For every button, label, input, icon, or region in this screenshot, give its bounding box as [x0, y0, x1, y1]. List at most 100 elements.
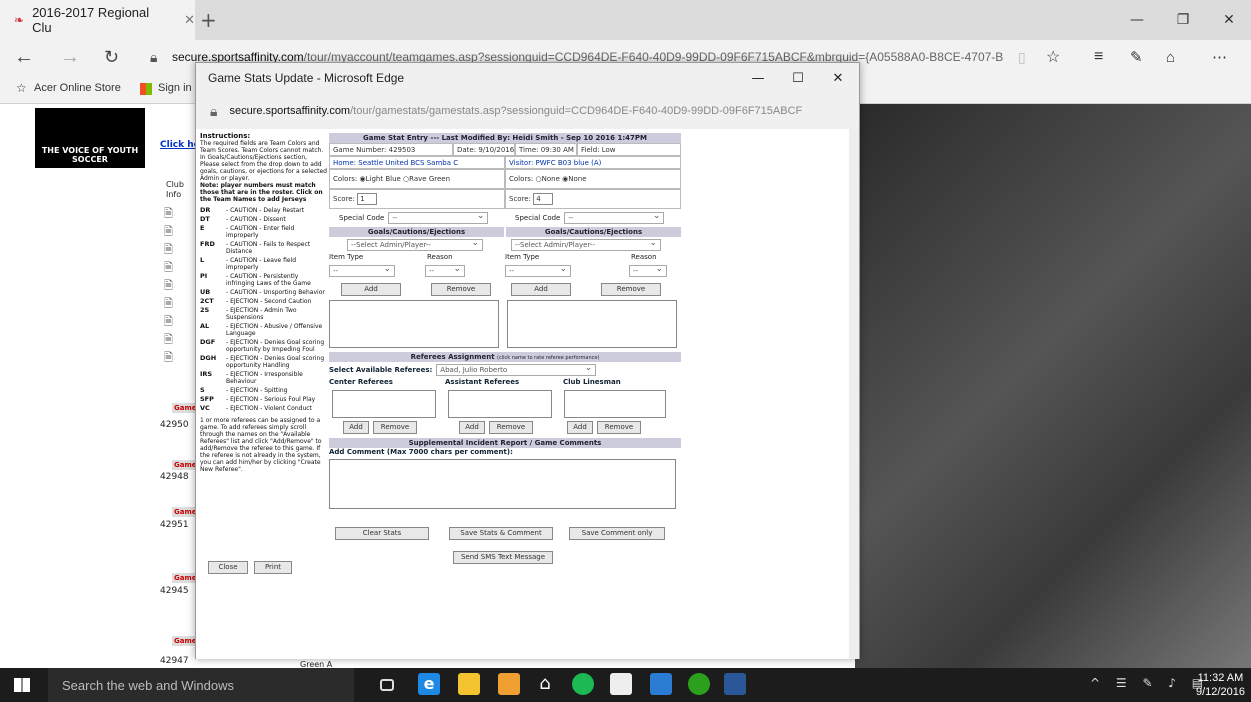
popup-minimize-button[interactable]: — — [738, 63, 778, 93]
doc-icon[interactable]: 🗎︎ — [164, 331, 194, 349]
edge-icon[interactable]: e — [418, 673, 440, 695]
web-note-icon[interactable]: ✎ — [1130, 48, 1143, 66]
close-button[interactable]: ✕ — [1206, 0, 1251, 40]
visitor-special-code: Special Code -- — [505, 211, 681, 224]
visitor-special-code-select[interactable]: -- — [564, 211, 665, 224]
home-item-type-select[interactable]: -- — [329, 264, 395, 277]
send-sms-button[interactable]: Send SMS Text Message — [453, 551, 553, 564]
home-score-label: Score: — [333, 195, 355, 203]
visitor-score-input[interactable]: 4 — [533, 193, 554, 205]
code-desc: - EJECTION - Second Caution — [226, 298, 312, 305]
code-row: UB - CAUTION - Unsporting Behavior — [200, 289, 328, 297]
col-club: Club — [166, 180, 184, 189]
visitor-admin-player-select[interactable]: --Select Admin/Player-- — [511, 238, 661, 251]
code-desc: - CAUTION - Delay Restart — [226, 207, 305, 214]
close-window-button[interactable]: Close — [208, 561, 248, 574]
referees-header: Referees Assignment (click name to rate … — [329, 352, 681, 362]
assistant-referees-list[interactable] — [448, 390, 552, 418]
comment-label: Add Comment (Max 7000 chars per comment)… — [329, 448, 513, 456]
visitor-reason-select[interactable]: -- — [629, 264, 667, 277]
reading-view-icon[interactable]: ▯ — [1018, 49, 1026, 66]
lock-icon: 🔒︎ — [150, 48, 158, 65]
doc-icon[interactable]: 🗎︎ — [164, 223, 194, 241]
home-app-icon[interactable]: ⌂ — [534, 673, 556, 695]
popup-close-button[interactable]: ✕ — [818, 63, 858, 93]
click-here-link[interactable]: Click he — [160, 140, 200, 150]
restore-button[interactable]: ❐ — [1160, 0, 1206, 40]
spotify-icon[interactable] — [572, 673, 594, 695]
system-tray-icons[interactable]: ^ ☰ ✎ ♪ ▤ — [1090, 676, 1209, 690]
visitor-add-goal-button[interactable]: Add — [511, 283, 571, 296]
browser-tab[interactable]: ❧ 2016-2017 Regional Clu ✕ — [0, 0, 195, 40]
score-row: Score: 1 Score: 4 — [329, 189, 681, 209]
home-add-goal-button[interactable]: Add — [341, 283, 401, 296]
save-stats-button[interactable]: Save Stats & Comment — [449, 527, 553, 540]
popup-maximize-button[interactable]: ☐ — [778, 63, 818, 93]
home-team-link[interactable]: Home: Seattle United BCS Samba C — [329, 156, 505, 169]
doc-icon[interactable]: 🗎︎ — [164, 259, 194, 277]
visitor-team-link[interactable]: Visitor: PWFC B03 blue (A) — [505, 156, 681, 169]
doc-icon[interactable]: 🗎︎ — [164, 313, 194, 331]
code-row: DR - CAUTION - Delay Restart — [200, 207, 328, 215]
home-remove-goal-button[interactable]: Remove — [431, 283, 491, 296]
home-score-input[interactable]: 1 — [357, 193, 378, 205]
doc-icon[interactable]: 🗎︎ — [164, 295, 194, 313]
doc-icon[interactable]: 🗎︎ — [164, 205, 194, 223]
popup-scrollbar[interactable] — [849, 129, 859, 659]
visitor-goals-list[interactable] — [507, 300, 677, 348]
clear-stats-button[interactable]: Clear Stats — [335, 527, 429, 540]
linesman-remove-button[interactable]: Remove — [597, 421, 641, 434]
hub-icon[interactable]: ≡ — [1094, 48, 1103, 66]
windows-start-icon[interactable] — [14, 678, 30, 692]
site-favicon-icon: ❧ — [14, 13, 25, 27]
task-view-icon[interactable] — [380, 679, 394, 691]
refresh-icon[interactable]: ↻ — [104, 47, 119, 68]
new-tab-button[interactable]: + — [200, 8, 217, 32]
popup-address-bar: 🔒︎ secure.sportsaffinity.com/tour/gamest… — [196, 93, 859, 129]
tab-close-icon[interactable]: ✕ — [184, 12, 195, 28]
referees-select[interactable]: Abad, Julio Roberto — [436, 363, 597, 376]
home-reason-select[interactable]: -- — [425, 264, 465, 277]
center-ref-remove-button[interactable]: Remove — [373, 421, 417, 434]
favorite-acer[interactable]: Acer Online Store — [34, 82, 121, 94]
store-icon[interactable] — [498, 673, 520, 695]
assistant-ref-add-button[interactable]: Add — [459, 421, 485, 434]
word-icon[interactable] — [724, 673, 746, 695]
center-referees-list[interactable] — [332, 390, 436, 418]
minimize-button[interactable]: — — [1114, 0, 1160, 40]
visitor-item-type-select[interactable]: -- — [505, 264, 571, 277]
doc-icon[interactable]: 🗎︎ — [164, 349, 194, 367]
doc-icon[interactable]: 🗎︎ — [164, 241, 194, 259]
taskbar-search-box[interactable]: Search the web and Windows — [48, 668, 354, 702]
assistant-ref-remove-button[interactable]: Remove — [489, 421, 533, 434]
back-icon[interactable]: ← — [14, 46, 34, 69]
store-bag-icon[interactable] — [610, 673, 632, 695]
favorite-signin[interactable]: Sign in — [158, 82, 192, 94]
center-ref-add-button[interactable]: Add — [343, 421, 369, 434]
instructions-heading: Instructions: — [200, 132, 251, 140]
share-icon[interactable]: ⌂ — [1166, 49, 1175, 66]
code-row: S - EJECTION - Spitting — [200, 387, 328, 395]
popup-url-domain: secure.sportsaffinity.com — [229, 105, 351, 117]
comment-textarea[interactable] — [329, 459, 676, 509]
club-linesman-list[interactable] — [564, 390, 666, 418]
home-goals-list[interactable] — [329, 300, 499, 348]
clock[interactable]: 11:32 AM 9/12/2016 — [1196, 671, 1245, 699]
favorite-star-icon[interactable]: ☆ — [1046, 47, 1060, 67]
doc-icon[interactable]: 🗎︎ — [164, 277, 194, 295]
outlook-icon[interactable] — [650, 673, 672, 695]
more-icon[interactable]: ⋯ — [1212, 48, 1227, 66]
forward-icon[interactable]: → — [60, 46, 80, 69]
quickbooks-icon[interactable] — [688, 673, 710, 695]
file-explorer-icon[interactable] — [458, 673, 480, 695]
print-button[interactable]: Print — [254, 561, 292, 574]
save-comment-button[interactable]: Save Comment only — [569, 527, 665, 540]
game-info-row: Game Number: 429503 Date: 9/10/2016 Time… — [329, 143, 681, 156]
home-admin-player-select[interactable]: --Select Admin/Player-- — [347, 238, 483, 251]
home-special-code-select[interactable]: -- — [388, 211, 489, 224]
linesman-add-button[interactable]: Add — [567, 421, 593, 434]
code: VC — [200, 404, 210, 412]
visitor-remove-goal-button[interactable]: Remove — [601, 283, 661, 296]
popup-url-field[interactable]: secure.sportsaffinity.com/tour/gamestats… — [229, 105, 839, 117]
popup-url-path: /tour/gamestats/gamestats.asp?sessiongui… — [350, 105, 803, 117]
